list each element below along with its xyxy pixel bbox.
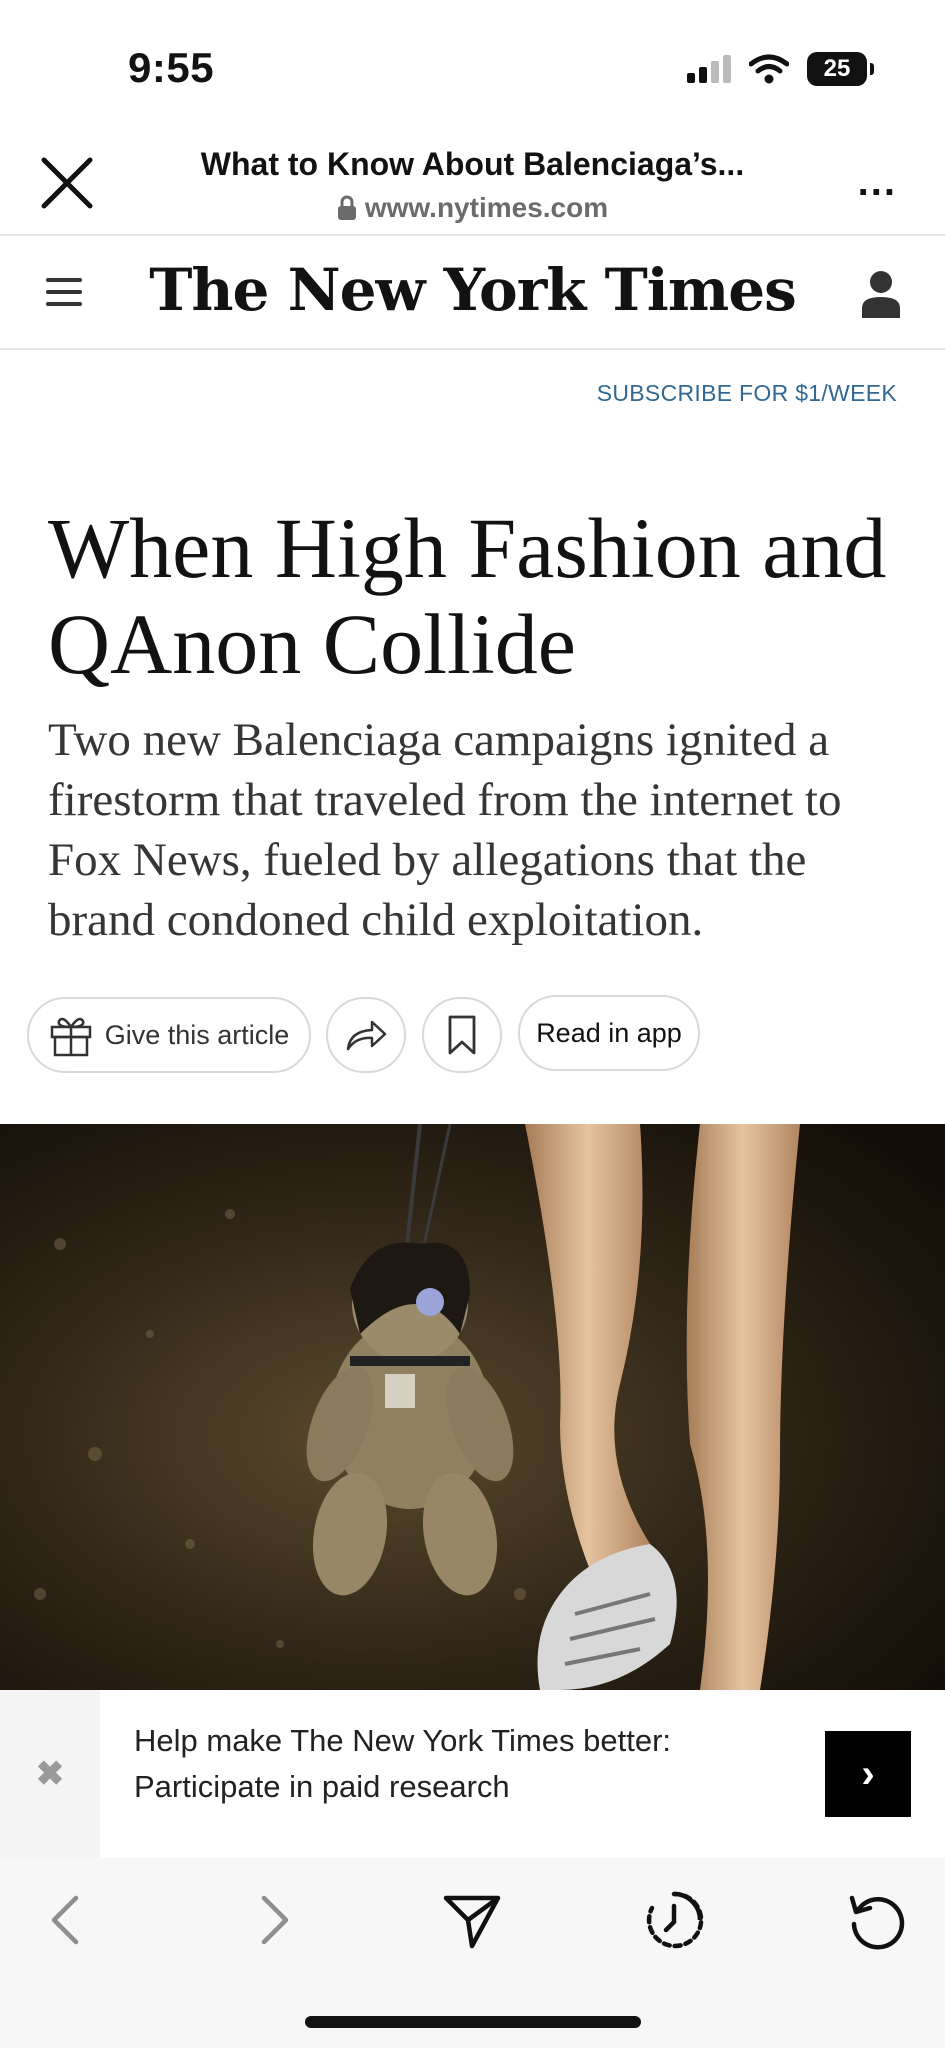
reload-icon[interactable] <box>846 1890 906 1950</box>
nyt-logo[interactable]: The New York Times <box>0 256 945 324</box>
status-icons: 25 <box>687 52 874 86</box>
url-text: www.nytimes.com <box>364 192 609 223</box>
header-divider <box>0 234 945 236</box>
give-article-label: Give this article <box>104 1019 290 1050</box>
subscribe-link[interactable]: SUBSCRIBE FOR $1/WEEK <box>597 380 897 407</box>
url-bar[interactable]: www.nytimes.com <box>150 192 795 224</box>
close-icon[interactable] <box>36 152 98 214</box>
share-button[interactable] <box>326 997 406 1073</box>
read-in-app-button[interactable]: Read in app <box>518 995 700 1071</box>
battery-indicator: 25 <box>807 52 874 86</box>
share-icon <box>346 1020 387 1051</box>
article-hero-image <box>0 1124 945 1690</box>
article-headline: When High Fashion and QAnon Collide <box>48 500 887 692</box>
masthead-divider <box>0 348 945 350</box>
history-icon[interactable] <box>644 1890 704 1950</box>
more-options-button[interactable]: ... <box>858 160 897 205</box>
browser-page-title: What to Know About Balenciaga’s... <box>200 146 745 182</box>
bookmark-icon <box>448 1015 476 1055</box>
back-icon[interactable] <box>38 1890 98 1950</box>
banner-arrow-button[interactable]: › <box>825 1731 911 1817</box>
gift-icon <box>50 1017 91 1057</box>
home-indicator[interactable] <box>305 2016 641 2028</box>
hero-photo <box>0 1124 945 1690</box>
send-icon[interactable] <box>442 1890 502 1950</box>
signal-icon <box>687 55 731 83</box>
bookmark-button[interactable] <box>422 997 502 1073</box>
user-icon[interactable] <box>861 270 901 318</box>
give-article-button[interactable]: Give this article <box>27 997 311 1073</box>
banner-text[interactable]: Help make The New York Times better: Par… <box>134 1718 694 1810</box>
banner-close-button[interactable]: ✖ <box>0 1690 100 1858</box>
lock-icon <box>337 195 356 220</box>
forward-icon[interactable] <box>242 1890 302 1950</box>
wifi-icon <box>749 54 789 84</box>
status-time: 9:55 <box>128 44 215 91</box>
article-summary: Two new Balenciaga campaigns ignited a f… <box>48 714 842 946</box>
